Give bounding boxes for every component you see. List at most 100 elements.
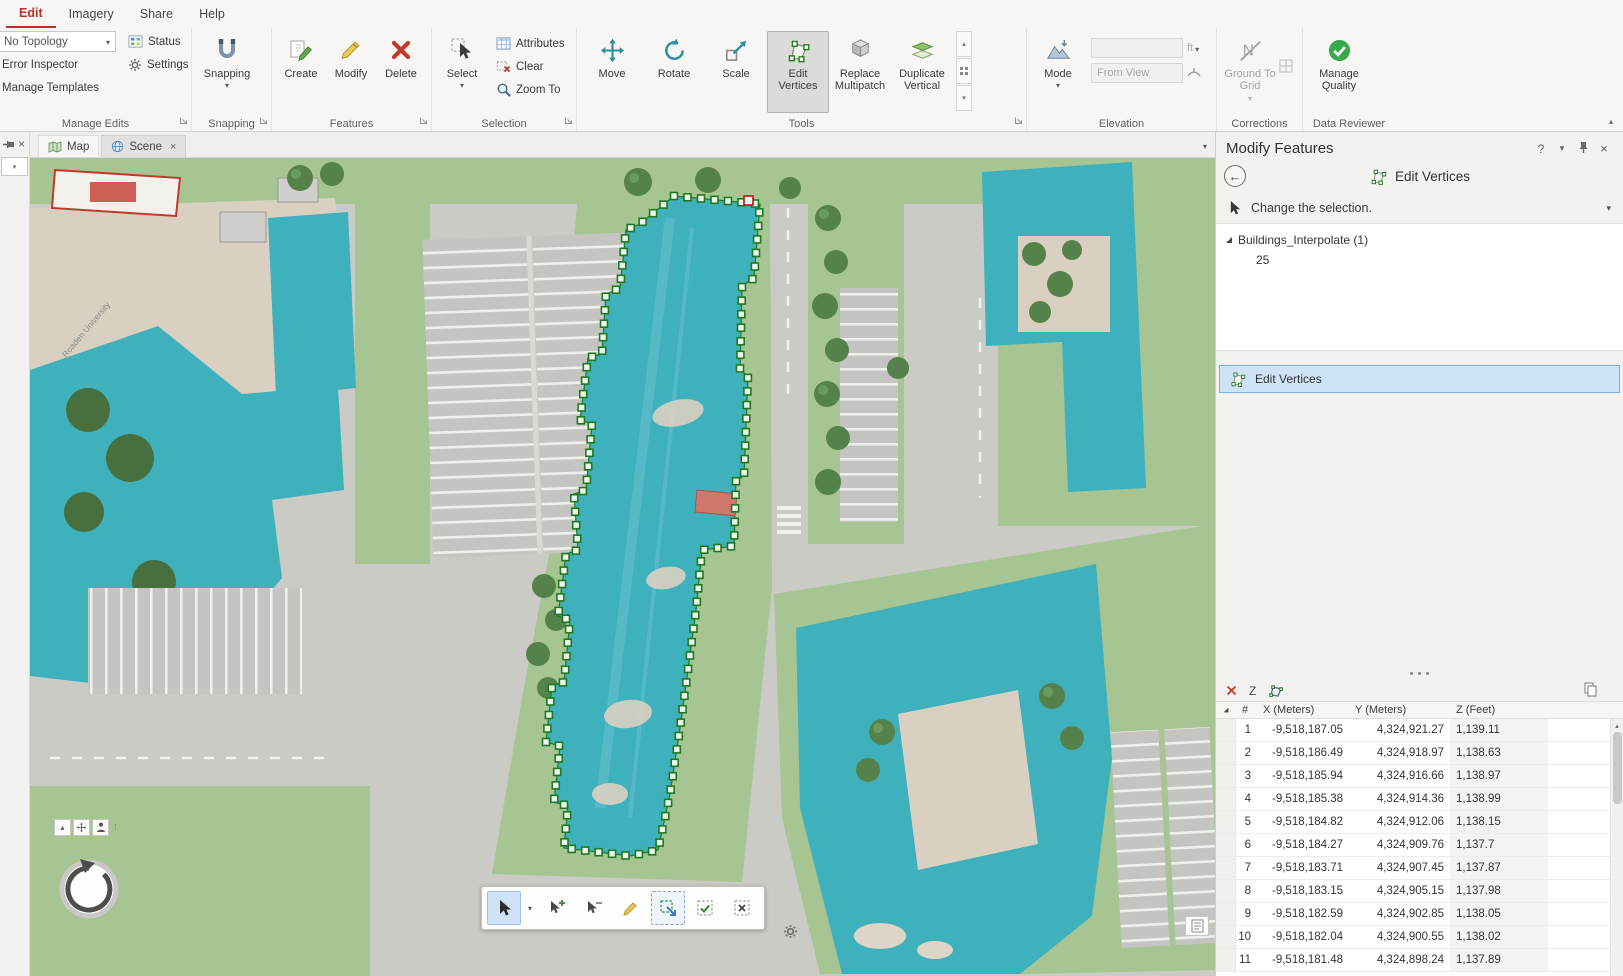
duplicate-vertical-button[interactable]: Duplicate Vertical (891, 31, 953, 113)
vertex-handle[interactable] (562, 810, 572, 820)
elevation-source-input[interactable]: From View (1091, 63, 1183, 83)
vertex-index-cell[interactable]: 7 (1236, 857, 1257, 879)
vertex-handle[interactable] (699, 545, 709, 555)
dialog-launcher-icon[interactable] (419, 114, 428, 128)
vertex-handle[interactable] (670, 758, 680, 768)
selection-feature-row[interactable]: 25 (1216, 250, 1623, 270)
vertex-handle[interactable] (559, 566, 569, 575)
selected-vertex-handle[interactable] (743, 195, 754, 206)
vertex-handle[interactable] (634, 849, 644, 859)
pane-splitter-handle[interactable] (1216, 667, 1623, 680)
vertex-handle[interactable] (731, 490, 740, 500)
vertex-x-cell[interactable]: -9,518,181.48 (1257, 949, 1349, 971)
vertex-z-cell[interactable]: 1,138.97 (1450, 765, 1548, 787)
ribbon-tab-edit[interactable]: Edit (6, 0, 56, 28)
vertex-handle[interactable] (663, 798, 673, 808)
copy-icon[interactable] (1584, 682, 1597, 700)
vertex-handle[interactable] (599, 319, 609, 328)
vertex-handle[interactable] (741, 427, 751, 437)
vertex-handle[interactable] (668, 771, 678, 781)
vertex-handle[interactable] (580, 376, 590, 385)
delete-button[interactable]: Delete (376, 31, 426, 113)
vertex-handle[interactable] (582, 475, 592, 485)
vertex-handle[interactable] (655, 838, 664, 847)
topology-combobox[interactable]: No Topology ▾ (0, 31, 116, 52)
edit-vertices-tool-button[interactable]: Edit Vertices (767, 31, 829, 113)
vertex-z-cell[interactable]: 1,137.89 (1450, 949, 1548, 971)
vertex-handle[interactable] (541, 737, 551, 747)
vertex-handle[interactable] (560, 837, 569, 847)
elevation-mode-button[interactable]: Mode ▾ (1031, 31, 1085, 113)
vertex-index-cell[interactable]: 3 (1236, 765, 1257, 787)
create-button[interactable]: Create (276, 31, 326, 113)
vertex-handle[interactable] (696, 194, 706, 203)
vertex-handle[interactable] (736, 309, 746, 319)
vertex-index-cell[interactable]: 8 (1236, 880, 1257, 902)
vertex-handle[interactable] (683, 664, 693, 674)
zoom-to-button[interactable]: Zoom To (492, 79, 569, 100)
close-icon[interactable]: × (18, 137, 25, 151)
delete-vertex-tool[interactable] (577, 891, 611, 925)
vertex-handle[interactable] (587, 421, 597, 431)
cancel-sketch-tool[interactable] (725, 891, 759, 925)
vertex-handle[interactable] (737, 282, 747, 292)
vertex-handle[interactable] (669, 191, 679, 201)
vertex-y-cell[interactable]: 4,324,912.06 (1349, 811, 1450, 833)
vertex-handle[interactable] (753, 221, 763, 231)
attribution-button[interactable] (1185, 916, 1209, 936)
column-header[interactable]: # (1236, 704, 1257, 716)
vertex-handle[interactable] (594, 847, 603, 857)
walk-mode-button[interactable] (92, 819, 109, 836)
vertex-handle[interactable] (730, 503, 740, 513)
expand-controls-button[interactable]: ▴ (54, 819, 71, 836)
status-button[interactable]: Status (124, 31, 193, 52)
vertex-y-cell[interactable]: 4,324,918.97 (1349, 742, 1450, 764)
vertex-index-cell[interactable]: 2 (1236, 742, 1257, 764)
vertex-handle[interactable] (545, 697, 555, 706)
vertex-handle[interactable] (737, 296, 747, 305)
tools-scroll-up-button[interactable]: ▴ (956, 31, 972, 57)
change-selection-row[interactable]: Change the selection. ▾ (1216, 195, 1623, 223)
vertex-x-cell[interactable]: -9,518,184.27 (1257, 834, 1349, 856)
vertex-row[interactable]: 11 -9,518,181.48 4,324,898.24 1,137.89 (1216, 949, 1623, 972)
vertex-handle[interactable] (658, 825, 667, 834)
vertex-handle[interactable] (659, 200, 668, 209)
close-icon[interactable]: × (1595, 141, 1613, 156)
vertex-handle[interactable] (730, 517, 740, 527)
vertex-handle[interactable] (572, 534, 582, 544)
compass-control[interactable] (54, 854, 124, 924)
ribbon-tab-share[interactable]: Share (127, 0, 186, 28)
vertex-handle[interactable] (620, 234, 630, 243)
sketch-select-tool[interactable] (486, 891, 521, 925)
vertex-handle[interactable] (672, 745, 682, 754)
vertex-handle[interactable] (569, 493, 579, 503)
vertex-handle[interactable] (713, 543, 722, 553)
vertex-z-cell[interactable]: 1,137.87 (1450, 857, 1548, 879)
vertex-handle[interactable] (554, 606, 564, 616)
vertex-handle[interactable] (585, 448, 594, 458)
ribbon-tab-imagery[interactable]: Imagery (56, 0, 127, 28)
vertex-handle[interactable] (621, 851, 630, 860)
grid-correction-icon[interactable] (1279, 59, 1293, 73)
vertex-handle[interactable] (687, 637, 697, 647)
vertex-handle[interactable] (735, 364, 745, 373)
vertex-handle[interactable] (571, 520, 581, 530)
vertex-handle[interactable] (598, 332, 608, 342)
tools-gallery-button[interactable] (956, 58, 972, 84)
vertex-handle[interactable] (576, 415, 586, 425)
vertex-handle[interactable] (750, 262, 760, 271)
vertex-z-cell[interactable]: 1,137.7 (1450, 834, 1548, 856)
vertex-handle[interactable] (582, 362, 592, 372)
vertex-row[interactable]: 8 -9,518,183.15 4,324,905.15 1,137.98 (1216, 880, 1623, 903)
vertex-handle[interactable] (544, 710, 554, 720)
vertex-handle[interactable] (583, 461, 593, 471)
vertex-x-cell[interactable]: -9,518,182.59 (1257, 903, 1349, 925)
vertex-handle[interactable] (736, 337, 746, 346)
vertex-handle[interactable] (562, 651, 571, 661)
vertex-handle[interactable] (696, 556, 706, 566)
vertex-handle[interactable] (681, 678, 691, 687)
vertex-handle[interactable] (666, 785, 676, 794)
sketch-pencil-tool[interactable] (614, 891, 648, 925)
vertex-row[interactable]: 1 -9,518,187.05 4,324,921.27 1,139.11 (1216, 719, 1623, 742)
sketch-settings-gear[interactable] (783, 924, 798, 942)
